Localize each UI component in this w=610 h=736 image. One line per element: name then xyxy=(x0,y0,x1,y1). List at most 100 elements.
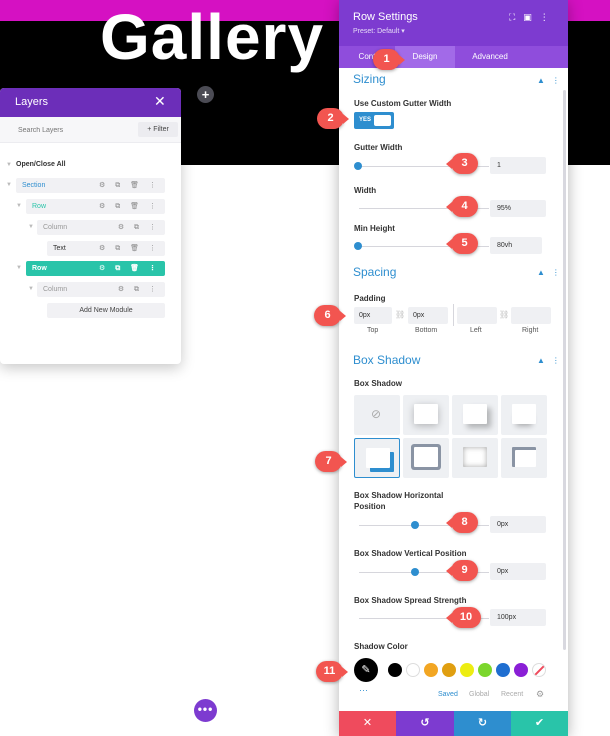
padding-top-input[interactable]: 0px xyxy=(354,307,392,324)
layer-text[interactable]: Text ⚙ ⧉ 🗑 ⋮ xyxy=(47,241,165,256)
shadow-preset-4-selected[interactable] xyxy=(354,438,400,478)
layer-label: Text xyxy=(53,245,66,252)
layer-label: Section xyxy=(22,182,46,189)
shadow-vertical-label: Box Shadow Vertical Position xyxy=(354,549,467,558)
layer-actions-icon[interactable]: ⚙ ⧉ 🗑 ⋮ xyxy=(99,178,160,193)
layers-header: Layers ✕ xyxy=(0,88,181,117)
no-color-icon[interactable] xyxy=(532,663,546,677)
layers-panel: Layers ✕ + Filter ▼ Open/Close All ▼ Sec… xyxy=(0,88,181,364)
chevron-down-icon: ▼ xyxy=(16,203,22,209)
add-new-module-button[interactable]: Add New Module xyxy=(47,303,165,318)
undo-button[interactable]: ↺ xyxy=(396,711,454,736)
link-icon[interactable]: ⛓ xyxy=(499,310,509,319)
recent-colors-tab[interactable]: Recent xyxy=(501,691,523,698)
filter-button[interactable]: + Filter xyxy=(138,122,178,137)
custom-gutter-toggle[interactable]: YES xyxy=(354,112,394,129)
layer-actions-icon[interactable]: ⚙ ⧉ ⋮ xyxy=(118,282,160,297)
gear-icon[interactable]: ⚙ xyxy=(536,689,544,700)
gutter-width-input[interactable]: 1 xyxy=(490,157,546,174)
row-settings-panel: Row Settings Preset: Default ▾ ⛶▣⋮ Cont … xyxy=(339,0,568,736)
shadow-color-label: Shadow Color xyxy=(354,642,408,651)
padding-bottom-label: Bottom xyxy=(415,327,438,334)
layer-row-active[interactable]: Row ⚙ ⧉ 🗑 ⋮ xyxy=(26,261,165,276)
layer-section[interactable]: Section ⚙ ⧉ 🗑 ⋮ xyxy=(16,178,165,193)
callout-badge: 10 xyxy=(446,607,481,628)
save-button[interactable]: ✔ xyxy=(511,711,568,736)
layer-actions-icon[interactable]: ⚙ ⧉ 🗑 ⋮ xyxy=(99,199,160,214)
padding-top-label: Top xyxy=(367,327,379,334)
shadow-spread-label: Box Shadow Spread Strength xyxy=(354,596,467,605)
shadow-horizontal-input[interactable]: 0px xyxy=(490,516,546,533)
tab-advanced[interactable]: Advanced xyxy=(455,46,525,68)
color-swatch-green[interactable] xyxy=(478,663,492,677)
shadow-preset-7[interactable] xyxy=(501,438,547,478)
close-icon[interactable]: ✕ xyxy=(154,93,166,110)
saved-colors-tab[interactable]: Saved xyxy=(438,691,458,698)
min-height-label: Min Height xyxy=(354,224,395,233)
section-toggle-icon[interactable]: ▲⋮ xyxy=(537,76,567,85)
open-close-all[interactable]: Open/Close All xyxy=(16,157,126,172)
shadow-preset-none[interactable]: ⊘ xyxy=(354,395,400,435)
layer-column[interactable]: Column ⚙ ⧉ ⋮ xyxy=(37,220,165,235)
add-section-button[interactable]: + xyxy=(197,86,214,103)
eyedropper-icon[interactable]: ✎ xyxy=(354,658,378,682)
color-swatch-black[interactable] xyxy=(388,663,402,677)
slider-handle[interactable] xyxy=(411,521,419,529)
settings-title: Row Settings xyxy=(353,11,418,23)
shadow-vertical-input[interactable]: 0px xyxy=(490,563,546,580)
section-toggle-icon[interactable]: ▲⋮ xyxy=(537,268,567,277)
scrollbar[interactable] xyxy=(563,90,566,650)
cancel-button[interactable]: ✕ xyxy=(339,711,396,736)
slider-handle[interactable] xyxy=(411,568,419,576)
width-label: Width xyxy=(354,186,377,195)
layer-actions-icon[interactable]: ⚙ ⧉ 🗑 ⋮ xyxy=(99,241,160,256)
chevron-down-icon: ▼ xyxy=(6,182,12,188)
layer-label: Column xyxy=(43,286,68,293)
link-icon[interactable]: ⛓ xyxy=(395,310,405,319)
shadow-preset-3[interactable] xyxy=(501,395,547,435)
min-height-input[interactable]: 80vh xyxy=(490,237,542,254)
shadow-spread-input[interactable]: 100px xyxy=(490,609,546,626)
color-swatch-orange[interactable] xyxy=(424,663,438,677)
preset-dropdown[interactable]: Preset: Default ▾ xyxy=(353,27,405,35)
layer-row[interactable]: Row ⚙ ⧉ 🗑 ⋮ xyxy=(26,199,165,214)
shadow-preset-6[interactable] xyxy=(452,438,498,478)
color-swatch-yellow[interactable] xyxy=(460,663,474,677)
global-colors-tab[interactable]: Global xyxy=(469,691,489,698)
no-shadow-icon: ⊘ xyxy=(371,407,382,421)
spacing-section-title[interactable]: Spacing xyxy=(353,265,396,279)
layer-column[interactable]: Column ⚙ ⧉ ⋮ xyxy=(37,282,165,297)
padding-bottom-input[interactable]: 0px xyxy=(408,307,448,324)
slider-handle[interactable] xyxy=(354,162,362,170)
padding-left-label: Left xyxy=(470,327,482,334)
page-settings-button[interactable]: ••• xyxy=(194,699,217,722)
sizing-section-title[interactable]: Sizing xyxy=(353,72,386,86)
padding-right-input[interactable] xyxy=(511,307,551,324)
shadow-preset-1[interactable] xyxy=(403,395,449,435)
layer-actions-icon[interactable]: ⚙ ⧉ ⋮ xyxy=(118,220,160,235)
callout-badge: 4 xyxy=(446,196,478,217)
color-swatch-purple[interactable] xyxy=(514,663,528,677)
width-input[interactable]: 95% xyxy=(490,200,546,217)
color-swatch-amber[interactable] xyxy=(442,663,456,677)
header-actions-icon[interactable]: ⛶▣⋮ xyxy=(509,12,557,23)
color-swatch-blue[interactable] xyxy=(496,663,510,677)
padding-right-label: Right xyxy=(522,327,539,334)
padding-left-input[interactable] xyxy=(457,307,497,324)
callout-badge: 9 xyxy=(446,560,478,581)
layer-label: Row xyxy=(32,265,47,272)
padding-label: Padding xyxy=(354,294,386,303)
layer-actions-icon[interactable]: ⚙ ⧉ 🗑 ⋮ xyxy=(99,261,160,276)
shadow-preset-5[interactable] xyxy=(403,438,449,478)
more-colors-icon[interactable]: ··· xyxy=(359,685,368,695)
toggle-knob xyxy=(374,115,391,126)
shadow-preset-2[interactable] xyxy=(452,395,498,435)
chevron-down-icon: ▼ xyxy=(28,224,34,230)
box-shadow-section-title[interactable]: Box Shadow xyxy=(353,353,420,367)
redo-button[interactable]: ↻ xyxy=(454,711,511,736)
search-input[interactable] xyxy=(0,117,138,143)
slider-handle[interactable] xyxy=(354,242,362,250)
color-swatch-white[interactable] xyxy=(406,663,420,677)
gutter-width-label: Gutter Width xyxy=(354,143,403,152)
section-toggle-icon[interactable]: ▲⋮ xyxy=(537,356,567,365)
